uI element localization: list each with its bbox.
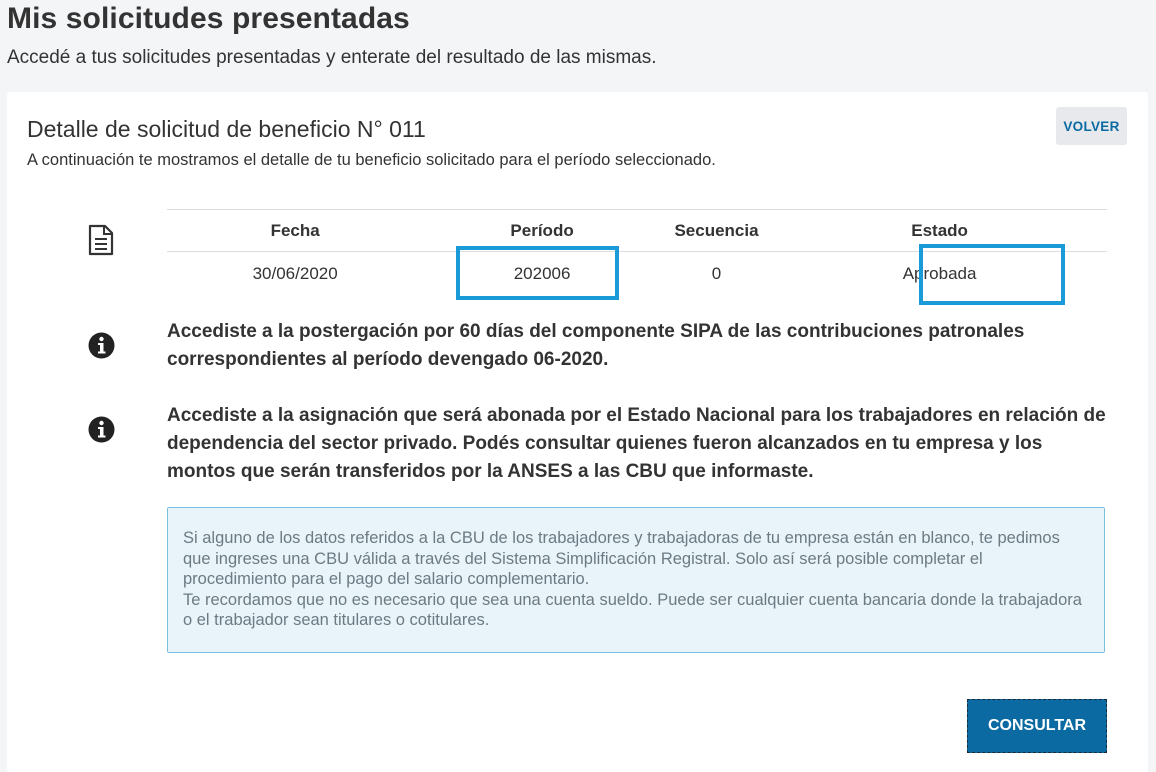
cbu-alert: Si alguno de los datos referidos a la CB… — [167, 507, 1105, 653]
column-header-periodo: Período — [510, 220, 574, 240]
info-message-asignacion: Accediste a la asignación que será abona… — [167, 405, 1106, 482]
estado-highlight-box — [919, 244, 1065, 305]
column-header-fecha: Fecha — [270, 220, 320, 240]
consultar-button[interactable]: CONSULTAR — [967, 699, 1107, 753]
info-message-sipa: Accediste a la postergación por 60 días … — [167, 321, 1025, 370]
alert-paragraph: Si alguno de los datos referidos a la CB… — [183, 529, 1060, 588]
page-title: Mis solicitudes presentadas — [7, 2, 410, 35]
info-icon — [88, 332, 115, 359]
cell-secuencia: 0 — [711, 263, 722, 283]
solicitud-table: Fecha Período Secuencia Estado 30/06/202… — [167, 209, 1107, 305]
document-icon — [88, 224, 114, 256]
column-header-estado: Estado — [911, 220, 968, 240]
cell-fecha: 30/06/2020 — [252, 263, 338, 283]
page-subtitle: Accedé a tus solicitudes presentadas y e… — [7, 47, 657, 68]
detail-card: Detalle de solicitud de beneficio N° 011… — [7, 92, 1148, 772]
back-button[interactable]: VOLVER — [1056, 107, 1127, 145]
detail-description: A continuación te mostramos el detalle d… — [27, 151, 716, 169]
alert-paragraph: Te recordamos que no es necesario que se… — [183, 590, 1082, 630]
column-header-secuencia: Secuencia — [674, 220, 759, 240]
info-icon — [88, 416, 115, 443]
periodo-highlight-box — [456, 246, 619, 300]
detail-title: Detalle de solicitud de beneficio N° 011 — [27, 116, 426, 142]
